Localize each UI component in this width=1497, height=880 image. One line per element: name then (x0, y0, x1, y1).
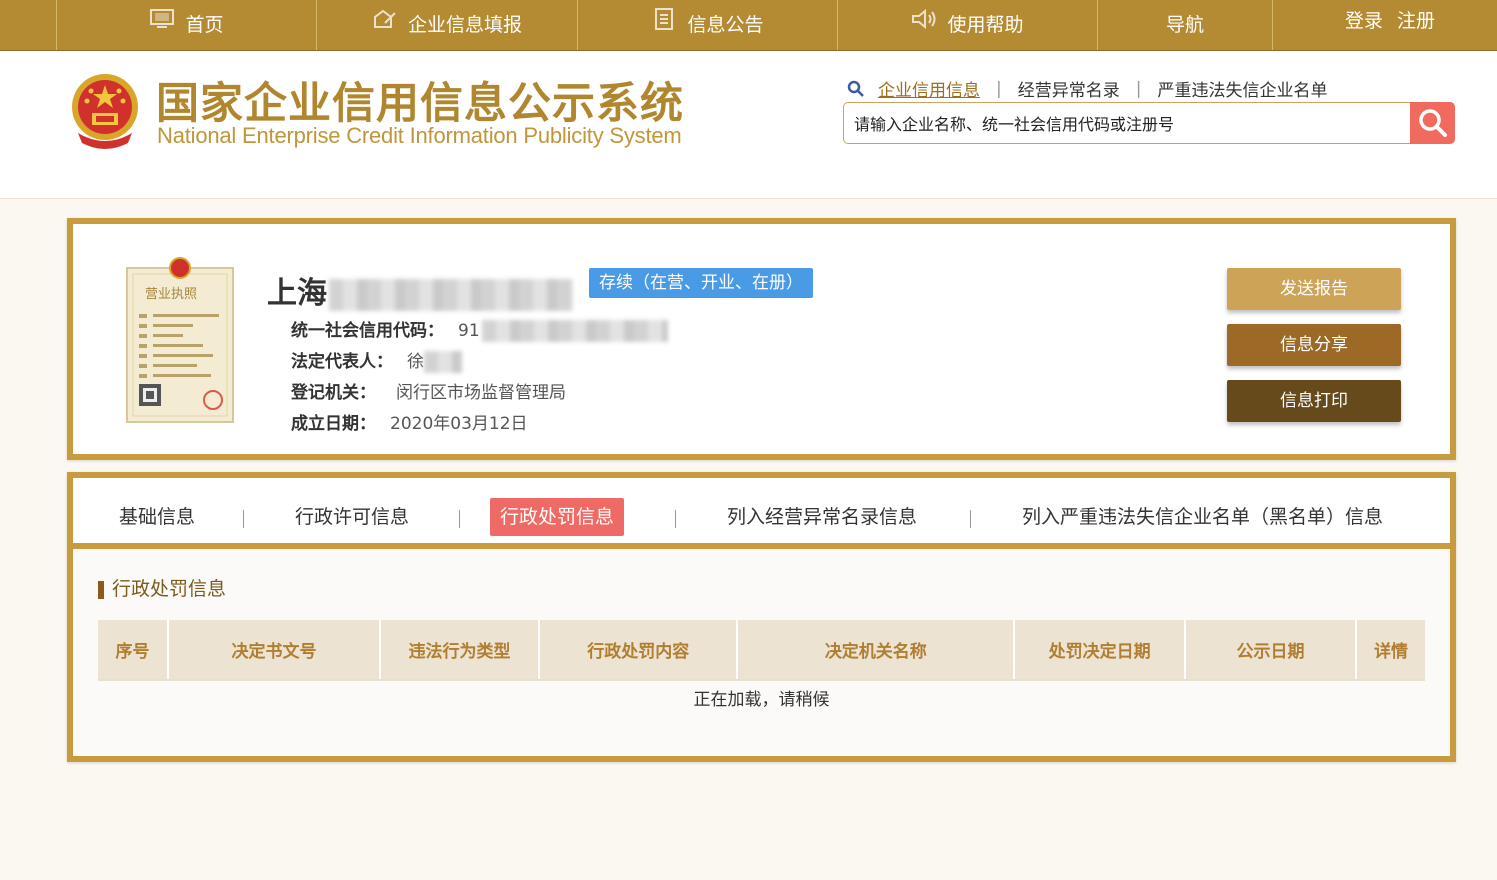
col-header-authority: 决定机关名称 (737, 620, 1016, 681)
document-icon (655, 8, 674, 30)
tab-admin-penalty[interactable]: 行政处罚信息 (490, 498, 625, 536)
col-header-details: 详情 (1355, 620, 1425, 681)
redacted-credit-code (481, 320, 668, 342)
founded-row: 成立日期： 2020年03月12日 (291, 409, 528, 434)
penalty-table: 序号 决定书文号 违法行为类型 行政处罚内容 决定机关名称 处罚决定日期 公示日… (98, 620, 1425, 711)
license-title: 营业执照 (145, 287, 197, 302)
nav-announcements[interactable]: 信息公告 (577, 0, 837, 50)
tab-divider: | (996, 78, 1002, 99)
register-link[interactable]: 注册 (1397, 10, 1435, 32)
nav-home-label: 首页 (185, 14, 224, 36)
print-button[interactable]: 信息打印 (1227, 380, 1401, 422)
share-button[interactable]: 信息分享 (1227, 324, 1401, 366)
section-title: 行政处罚信息 (98, 578, 227, 600)
search-tab-credit-info[interactable]: 企业信用信息 (878, 76, 980, 101)
detail-card: 基础信息 行政许可信息 行政处罚信息 列入经营异常名录信息 列入严重违法失信企业… (67, 472, 1456, 762)
redacted-legal-rep (424, 351, 462, 373)
legal-rep-label: 法定代表人： (291, 352, 393, 372)
search-input[interactable] (852, 111, 1406, 137)
detail-tabs: 基础信息 行政许可信息 行政处罚信息 列入经营异常名录信息 列入严重违法失信企业… (73, 478, 1450, 549)
monitor-icon (150, 9, 175, 28)
search-button[interactable] (1410, 102, 1455, 144)
company-name: 上海 (267, 268, 573, 312)
site-header: 国家企业信用信息公示系统 National Enterprise Credit … (0, 51, 1497, 199)
col-header-penalty-content: 行政处罚内容 (539, 620, 739, 681)
tab-blacklist[interactable]: 列入严重违法失信企业名单（黑名单）信息 (1012, 498, 1393, 536)
status-badge: 存续（在营、开业、在册） (589, 268, 813, 298)
tab-divider (675, 510, 676, 528)
search-tab-blacklist[interactable]: 严重违法失信企业名单 (1157, 76, 1327, 101)
speaker-icon (912, 8, 936, 30)
search-icon (1418, 109, 1447, 137)
tab-divider (459, 510, 460, 528)
site-title-cn: 国家企业信用信息公示系统 (156, 79, 684, 129)
send-report-button[interactable]: 发送报告 (1227, 268, 1401, 310)
tab-divider: | (1135, 78, 1142, 99)
nav-navigation-label: 导航 (1165, 14, 1204, 36)
founded-value: 2020年03月12日 (390, 414, 528, 434)
redacted-company-name (329, 278, 573, 311)
business-license-icon: 营业执照 (126, 257, 234, 423)
login-link[interactable]: 登录 (1345, 10, 1383, 32)
nav-navigation[interactable]: 导航 (1097, 0, 1272, 50)
authority-row: 登记机关： 闵行区市场监督管理局 (291, 378, 566, 403)
search-tab-abnormal-list[interactable]: 经营异常名录 (1018, 76, 1120, 101)
credit-code-row: 统一社会信用代码： 91 (291, 316, 668, 342)
search-tabs: 企业信用信息 | 经营异常名录 | 严重违法失信企业名单 (846, 76, 1327, 101)
site-title-en: National Enterprise Credit Information P… (157, 123, 682, 148)
top-nav: 首页 企业信息填报 信息公告 使用帮助 导航 登录 注册 (0, 0, 1497, 51)
tab-divider (970, 510, 971, 528)
company-summary-card: 营业执照 上海 存续（在营、开业、在册） 统一社会信用代码： 91 法定代表人： 徐… (67, 218, 1456, 460)
authority-label: 登记机关： (291, 383, 376, 403)
col-header-index: 序号 (98, 620, 169, 681)
nav-enterprise-report-label: 企业信息填报 (407, 14, 522, 36)
company-name-prefix: 上海 (267, 276, 327, 311)
tab-admin-license[interactable]: 行政许可信息 (285, 498, 419, 536)
table-row: 正在加载，请稍候 (98, 680, 1425, 711)
tab-abnormal-list[interactable]: 列入经营异常名录信息 (717, 498, 927, 536)
nav-help-label: 使用帮助 (947, 14, 1024, 36)
loading-message: 正在加载，请稍候 (693, 690, 830, 710)
nav-home[interactable]: 首页 (56, 0, 316, 50)
nav-announcements-label: 信息公告 (687, 14, 764, 36)
penalty-section: 行政处罚信息 序号 决定书文号 违法行为类型 行政处罚内容 决定机关名称 处罚决… (73, 549, 1450, 756)
tab-divider (243, 510, 244, 528)
col-header-decision-no: 决定书文号 (167, 620, 382, 681)
login-register: 登录 注册 (1345, 6, 1435, 33)
nav-enterprise-report[interactable]: 企业信息填报 (316, 0, 577, 50)
credit-code-label: 统一社会信用代码： (291, 321, 444, 341)
founded-label: 成立日期： (291, 414, 376, 434)
col-header-publish-date: 公示日期 (1185, 620, 1357, 681)
authority-value: 闵行区市场监督管理局 (396, 383, 566, 403)
legal-rep-row: 法定代表人： 徐 (291, 347, 462, 373)
search-small-icon (847, 80, 864, 97)
credit-code-value: 91 (458, 321, 480, 341)
national-emblem-icon (72, 74, 138, 149)
col-header-decision-date: 处罚决定日期 (1014, 620, 1187, 681)
col-header-violation-type: 违法行为类型 (380, 620, 541, 681)
tab-basic-info[interactable]: 基础信息 (109, 498, 205, 536)
section-title-text: 行政处罚信息 (112, 578, 227, 600)
edit-icon (373, 9, 396, 28)
nav-help[interactable]: 使用帮助 (837, 0, 1097, 50)
legal-rep-value: 徐 (407, 352, 424, 372)
table-header-row: 序号 决定书文号 违法行为类型 行政处罚内容 决定机关名称 处罚决定日期 公示日… (98, 620, 1425, 681)
search-box (843, 102, 1455, 144)
